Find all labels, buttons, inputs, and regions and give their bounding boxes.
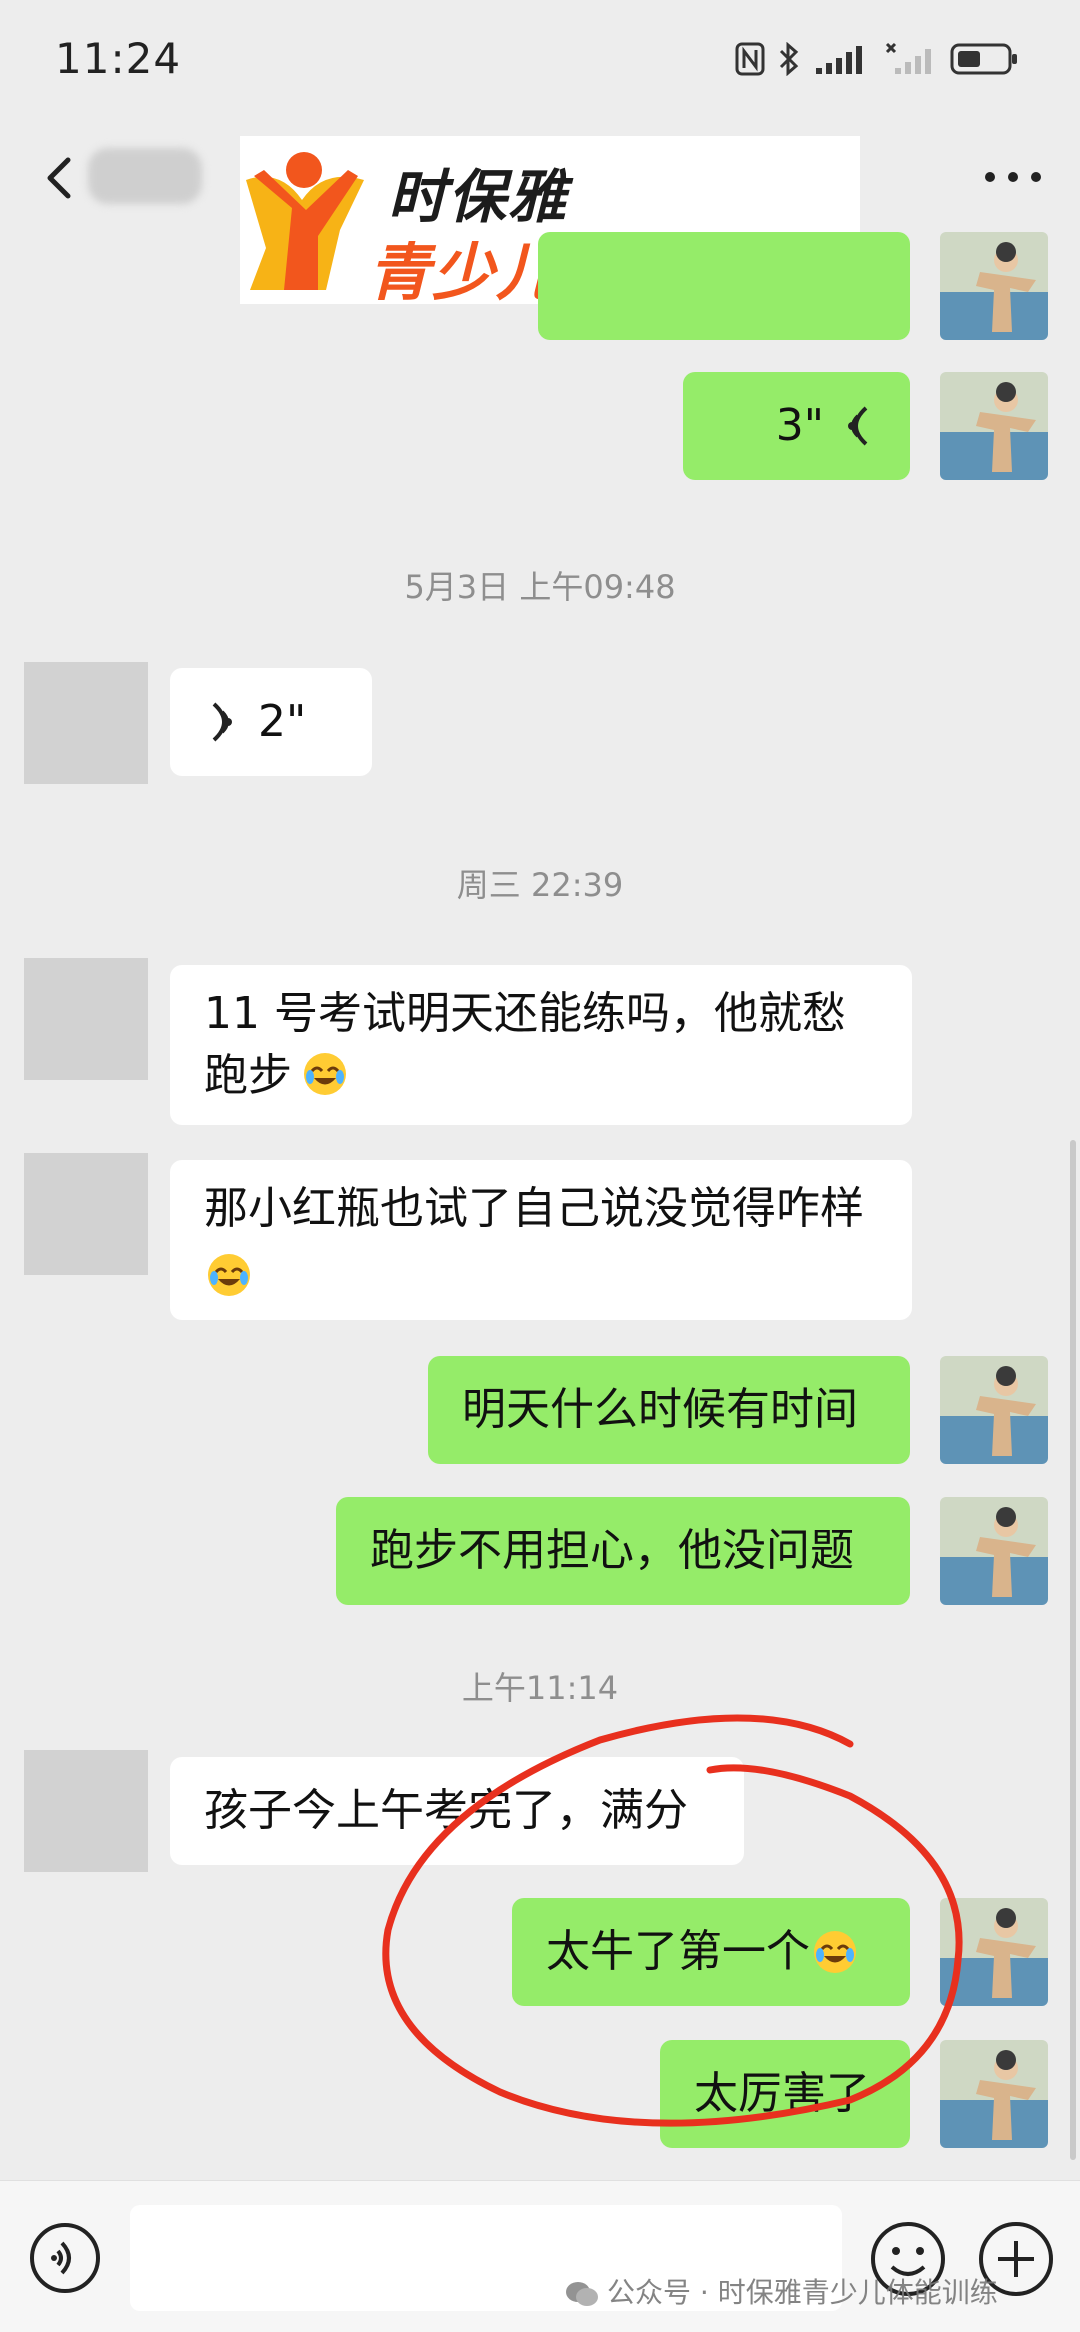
input-bar: 公众号 · 时保雅青少儿体能训练 [0, 2180, 1080, 2332]
avatar-self-image [940, 2040, 1048, 2148]
voice-message-self[interactable]: 3" [683, 372, 910, 480]
avatar-self[interactable] [940, 372, 1048, 480]
text-message-contact[interactable]: 那小红瓶也试了自己说没觉得咋样 [170, 1160, 912, 1320]
nfc-icon [735, 42, 765, 76]
message-text: 那小红瓶也试了自己说没觉得咋样 [204, 1183, 864, 1234]
more-dots-icon[interactable] [978, 160, 1048, 194]
message-text: 太厉害了 [694, 2068, 870, 2119]
avatar-self-image [940, 372, 1048, 480]
text-message-self[interactable]: 明天什么时候有时间 [428, 1356, 910, 1464]
timestamp: 5月3日 上午09:48 [404, 568, 676, 606]
scrollbar[interactable] [1070, 1140, 1076, 2160]
avatar-self-image [940, 1497, 1048, 1605]
watermark-text: 公众号 · 时保雅青少儿体能训练 [607, 2276, 998, 2309]
voice-wave-icon [212, 702, 232, 742]
voice-wave-icon [848, 406, 868, 446]
avatar-contact[interactable] [24, 662, 148, 784]
voice-duration: 2" [258, 696, 307, 747]
laugh-cry-emoji [208, 1254, 250, 1296]
avatar-contact[interactable] [24, 1750, 148, 1872]
timestamp: 周三 22:39 [456, 866, 624, 904]
message-text: 孩子今上午考完了，满分 [204, 1785, 688, 1836]
avatar-self[interactable] [940, 232, 1048, 340]
signal-x-icon [885, 42, 931, 74]
text-message-self[interactable]: 跑步不用担心，他没问题 [336, 1497, 910, 1605]
message-text: 太牛了第一个 [546, 1926, 810, 1977]
brand-logo-icon [246, 152, 364, 290]
laugh-cry-emoji [304, 1053, 346, 1095]
text-message-contact[interactable]: 孩子今上午考完了，满分 [170, 1757, 744, 1865]
avatar-self[interactable] [940, 2040, 1048, 2148]
bluetooth-icon [779, 42, 799, 76]
avatar-self-image [940, 1356, 1048, 1464]
wechat-icon [566, 2282, 598, 2306]
signal-icon [816, 46, 862, 74]
avatar-contact[interactable] [24, 958, 148, 1080]
message-bubble-hidden[interactable] [538, 232, 910, 340]
voice-duration: 3" [775, 400, 824, 451]
message-text: 跑步不用担心，他没问题 [370, 1525, 854, 1576]
laugh-cry-emoji [814, 1931, 856, 1973]
contact-name-blurred[interactable] [88, 148, 202, 204]
avatar-self[interactable] [940, 1497, 1048, 1605]
chevron-left-icon[interactable] [38, 148, 78, 208]
text-message-self[interactable]: 太牛了第一个 [512, 1898, 910, 2006]
avatar-self-image [940, 1898, 1048, 2006]
avatar-self[interactable] [940, 1356, 1048, 1464]
timestamp: 上午11:14 [461, 1669, 619, 1707]
message-text: 明天什么时候有时间 [462, 1384, 858, 1435]
voice-input-icon[interactable] [28, 2221, 102, 2295]
text-message-self[interactable]: 太厉害了 [660, 2040, 910, 2148]
text-message-contact[interactable]: 11 号考试明天还能练吗，他就愁 跑步 [170, 965, 912, 1125]
status-time: 11:24 [55, 34, 182, 83]
battery-icon [950, 43, 1017, 75]
voice-message-contact[interactable]: 2" [170, 668, 372, 776]
avatar-self-image [940, 232, 1048, 340]
watermark: 公众号 · 时保雅青少儿体能训练 [565, 2271, 998, 2311]
avatar-contact[interactable] [24, 1153, 148, 1275]
avatar-self[interactable] [940, 1898, 1048, 2006]
message-text: 11 号考试明天还能练吗，他就愁 跑步 [204, 988, 846, 1101]
status-bar: 11:24 [0, 0, 1080, 120]
